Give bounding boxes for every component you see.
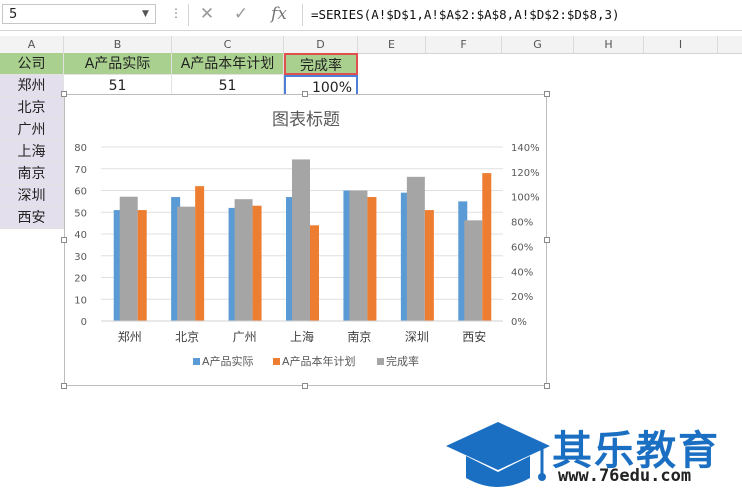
x-tick-label: 西安	[462, 329, 486, 344]
cell-b1-header[interactable]: A产品实际	[64, 53, 172, 75]
bar-completion-rate	[349, 190, 368, 321]
chart-title: 图表标题	[272, 110, 340, 130]
bar-completion-rate	[234, 199, 253, 321]
column-header-c[interactable]: C	[172, 36, 284, 53]
cell-city[interactable]: 南京	[0, 163, 64, 185]
bar-completion-rate	[292, 159, 310, 321]
column-header-b[interactable]: B	[64, 36, 172, 53]
legend-label: A产品实际	[202, 354, 254, 368]
chart-resize-handle[interactable]	[302, 91, 308, 97]
column-header-i[interactable]: I	[644, 36, 718, 53]
bar-plan	[367, 197, 377, 321]
bar-plan	[424, 210, 434, 321]
x-tick-label: 广州	[233, 330, 257, 344]
chart-resize-handle[interactable]	[544, 237, 550, 243]
y-left-tick-label: 80	[74, 143, 87, 154]
legend-swatch	[273, 358, 280, 365]
bar-completion-rate	[177, 206, 196, 321]
logo-url: www.76edu.com	[558, 466, 692, 486]
column-header-a[interactable]: A	[0, 36, 64, 53]
column-header-f[interactable]: F	[426, 36, 502, 53]
x-tick-label: 南京	[347, 329, 371, 344]
cell-city[interactable]: 深圳	[0, 185, 64, 207]
cell-a1-header[interactable]: 公司	[0, 53, 64, 75]
cell-d1-header[interactable]: 完成率	[284, 53, 358, 75]
name-box-dropdown-icon[interactable]: ▼	[142, 4, 149, 24]
column-header-e[interactable]: E	[358, 36, 426, 53]
y-left-tick-label: 20	[74, 274, 87, 285]
cell-city[interactable]: 北京	[0, 97, 64, 119]
cell-c1-header[interactable]: A产品本年计划	[172, 53, 284, 75]
logo: 其乐教育 www.76edu.com	[440, 414, 740, 494]
chart-resize-handle[interactable]	[544, 383, 550, 389]
y-right-tick-label: 40%	[511, 267, 533, 278]
bar-plan	[310, 225, 319, 321]
insert-function-icon[interactable]: fx	[266, 3, 292, 25]
cell-city[interactable]: 上海	[0, 141, 64, 163]
cancel-icon[interactable]: ✕	[194, 3, 220, 25]
x-tick-label: 深圳	[405, 330, 429, 344]
y-right-tick-label: 0%	[511, 317, 527, 328]
chart-resize-handle[interactable]	[302, 383, 308, 389]
column-header-g[interactable]: G	[502, 36, 574, 53]
legend-swatch	[193, 358, 200, 365]
column-header-d[interactable]: D	[284, 36, 358, 53]
chart-resize-handle[interactable]	[61, 237, 67, 243]
y-right-tick-label: 20%	[511, 292, 533, 303]
y-left-tick-label: 40	[74, 230, 87, 241]
bar-plan	[252, 205, 262, 321]
cell-city[interactable]: 广州	[0, 119, 64, 141]
enter-icon[interactable]: ✓	[228, 3, 254, 25]
x-tick-label: 北京	[175, 330, 199, 344]
column-header-h[interactable]: H	[574, 36, 644, 53]
y-left-tick-label: 50	[74, 208, 87, 219]
formula-input[interactable]: =SERIES(A!$D$1,A!$A$2:$A$8,A!$D$2:$D$8,3…	[302, 4, 738, 26]
y-right-tick-label: 100%	[511, 193, 540, 204]
formula-bar-grip-icon: ⋮	[170, 6, 182, 20]
x-tick-label: 上海	[290, 329, 314, 344]
y-left-tick-label: 60	[74, 187, 87, 198]
chart-resize-handle[interactable]	[61, 383, 67, 389]
bar-plan	[195, 186, 205, 321]
bar-completion-rate	[119, 196, 138, 321]
bar-completion-rate	[406, 176, 425, 321]
formula-bar-divider	[188, 4, 189, 26]
formula-bar: 5 ▼ ⋮ ✕ ✓ fx =SERIES(A!$D$1,A!$A$2:$A$8,…	[0, 0, 742, 31]
y-left-tick-label: 30	[74, 252, 87, 263]
bar-plan	[137, 210, 147, 321]
y-left-tick-label: 70	[74, 165, 87, 176]
column-headers: A B C D E F G H I	[0, 36, 742, 54]
cell-city[interactable]: 西安	[0, 207, 64, 229]
y-left-tick-label: 10	[74, 295, 87, 306]
chart-resize-handle[interactable]	[544, 91, 550, 97]
chart-object[interactable]: 图表标题 0 10 20 30 40 50 60 70 80 0% 20% 40% 60% 80% 100% 1…	[64, 94, 547, 386]
y-right-tick-label: 80%	[511, 218, 533, 229]
bar-completion-rate	[464, 220, 483, 321]
legend-swatch	[377, 358, 384, 365]
y-right-tick-label: 120%	[511, 168, 540, 179]
legend-label: A产品本年计划	[282, 354, 356, 368]
cell-city[interactable]: 郑州	[0, 75, 64, 97]
name-box[interactable]: 5	[2, 4, 156, 24]
y-right-tick-label: 60%	[511, 242, 533, 253]
y-right-tick-label: 140%	[511, 143, 540, 154]
bar-plan	[482, 173, 492, 321]
graduation-cap-icon	[446, 422, 550, 487]
x-tick-label: 郑州	[118, 329, 142, 344]
legend-label: 完成率	[386, 354, 419, 368]
chart-resize-handle[interactable]	[61, 91, 67, 97]
chart-svg: 图表标题 0 10 20 30 40 50 60 70 80 0% 20% 40% 60% 80% 100% 1…	[74, 110, 540, 368]
y-left-tick-label: 0	[81, 317, 87, 328]
